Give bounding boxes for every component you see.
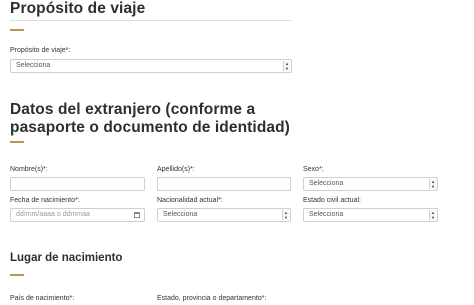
pais-nacimiento-label: País de nacimiento*: <box>10 295 75 302</box>
apellido-label: Apellido(s)*: <box>157 166 195 173</box>
fecha-input-placeholder: dd/mm/aaaa o ddmmaa <box>16 211 90 218</box>
estado-provincia-label: Estado, provincia o departamento*: <box>157 295 267 302</box>
up-down-arrows-icon: ▲ ▼ <box>429 179 436 189</box>
section-title-foreigner-line1: Datos del extranjero (conforme a <box>10 101 256 118</box>
calendar-icon[interactable] <box>134 212 140 218</box>
purpose-label: Propósito de viaje*: <box>10 47 71 54</box>
section-accent <box>10 29 24 31</box>
section-accent <box>10 274 24 276</box>
section-title-foreigner-line2: pasaporte o documento de identidad) <box>10 119 290 136</box>
nombre-label: Nombre(s)*: <box>10 166 48 173</box>
nacionalidad-select[interactable]: Selecciona ▲ ▼ <box>157 208 291 222</box>
up-down-arrows-icon: ▲ ▼ <box>429 210 436 220</box>
purpose-select-value: Selecciona <box>16 62 51 69</box>
sexo-select-value: Selecciona <box>309 180 344 187</box>
nombre-input[interactable] <box>10 177 145 191</box>
up-down-arrows-icon: ▲ ▼ <box>282 210 289 220</box>
section-title-purpose: Propósito de viaje <box>10 0 146 17</box>
estado-civil-select-value: Selecciona <box>309 211 344 218</box>
fecha-label: Fecha de nacimiento*: <box>10 197 80 204</box>
section-title-birthplace: Lugar de nacimiento <box>10 252 123 264</box>
purpose-select[interactable]: Selecciona ▲ ▼ <box>10 59 292 73</box>
estado-civil-select[interactable]: Selecciona ▲ ▼ <box>303 208 438 222</box>
estado-civil-label: Estado civil actual: <box>303 197 361 204</box>
up-down-arrows-icon: ▲ ▼ <box>283 61 290 71</box>
fecha-input[interactable]: dd/mm/aaaa o ddmmaa <box>10 208 145 222</box>
section-accent <box>10 141 24 143</box>
sexo-select[interactable]: Selecciona ▲ ▼ <box>303 177 438 191</box>
section-divider <box>10 20 292 21</box>
apellido-input[interactable] <box>157 177 291 191</box>
sexo-label: Sexo*: <box>303 166 324 173</box>
nacionalidad-select-value: Selecciona <box>163 211 198 218</box>
nacionalidad-label: Nacionalidad actual*: <box>157 197 223 204</box>
